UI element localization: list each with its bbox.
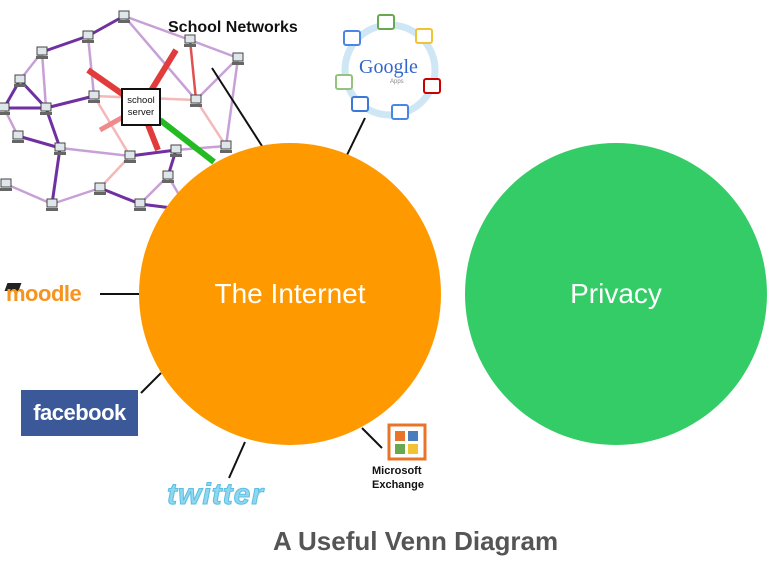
network-link xyxy=(17,134,61,150)
computer-icon xyxy=(82,30,94,43)
google-logo-subtext: Apps xyxy=(390,79,404,85)
computer-icon xyxy=(124,150,136,163)
server-link xyxy=(158,117,216,165)
google-app-icon xyxy=(351,96,369,112)
exchange-icon-tile-1 xyxy=(395,431,405,441)
computer-icon xyxy=(170,144,182,157)
network-link xyxy=(59,146,131,158)
computer-icon xyxy=(54,142,66,155)
google-app-icon xyxy=(423,78,441,94)
network-link xyxy=(195,57,239,101)
school-server-box: school server xyxy=(121,88,161,126)
google-logo-text: Google xyxy=(359,56,418,78)
computer-icon xyxy=(118,10,130,23)
diagram-caption: A Useful Venn Diagram xyxy=(273,526,559,556)
google-app-icon xyxy=(343,30,361,46)
computer-icon xyxy=(88,90,100,103)
computer-icon xyxy=(46,198,58,211)
network-link xyxy=(224,57,240,147)
connector-google xyxy=(346,117,366,156)
network-link xyxy=(129,148,177,158)
computer-icon xyxy=(134,198,146,211)
exchange-label-line1: Microsoft xyxy=(372,465,422,477)
computer-icon xyxy=(162,170,174,183)
exchange-icon-tile-2 xyxy=(408,431,418,441)
exchange-label-line2: Exchange xyxy=(372,479,424,491)
network-link xyxy=(189,38,239,60)
exchange-icon-tile-4 xyxy=(408,444,418,454)
network-link xyxy=(41,34,89,54)
computer-icon xyxy=(0,178,12,191)
network-link xyxy=(50,147,62,205)
computer-icon xyxy=(12,130,24,143)
facebook-logo: facebook xyxy=(21,390,138,436)
computer-icon xyxy=(0,102,10,115)
connector-twitter xyxy=(228,441,246,479)
computer-icon xyxy=(40,102,52,115)
google-app-icon xyxy=(415,28,433,44)
computer-icon xyxy=(94,182,106,195)
privacy-label: Privacy xyxy=(570,278,662,309)
computer-icon xyxy=(36,46,48,59)
computer-icon xyxy=(232,52,244,65)
google-app-icon xyxy=(335,74,353,90)
network-link xyxy=(99,186,141,206)
school-networks-title: School Networks xyxy=(168,19,298,36)
computer-icon xyxy=(220,140,232,153)
google-app-icon xyxy=(377,14,395,30)
computer-icon xyxy=(190,94,202,107)
internet-label: The Internet xyxy=(214,278,366,309)
exchange-icon-tile-3 xyxy=(395,444,405,454)
exchange-icon xyxy=(387,423,427,461)
network-link xyxy=(86,35,96,97)
computer-icon xyxy=(14,74,26,87)
google-app-icon xyxy=(391,104,409,120)
connector-exchange xyxy=(361,427,383,449)
network-link xyxy=(188,39,198,101)
network-link xyxy=(51,186,101,206)
exchange-icon-frame xyxy=(387,423,427,461)
connector-facebook xyxy=(140,372,162,394)
twitter-logo: twitter xyxy=(167,478,264,512)
moodle-logo: moodle xyxy=(6,281,82,306)
network-link xyxy=(45,94,95,110)
network-link xyxy=(5,182,53,206)
network-link xyxy=(40,51,48,109)
